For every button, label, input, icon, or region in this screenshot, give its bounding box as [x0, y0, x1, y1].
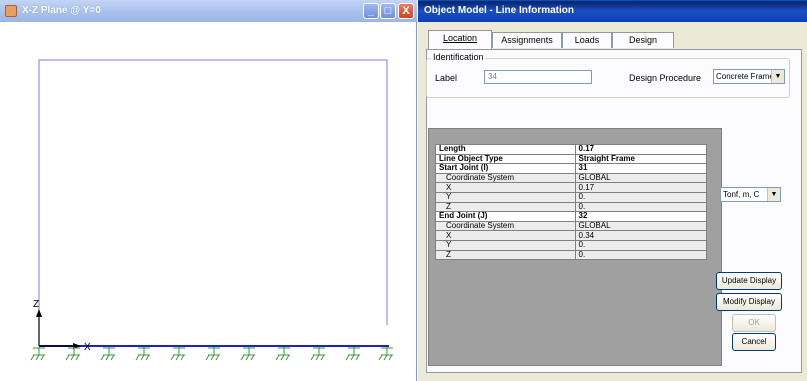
maximize-icon: □ [384, 5, 392, 17]
units-value: Tonf, m, C [723, 190, 760, 199]
cancel-button[interactable]: Cancel [732, 333, 776, 351]
design-procedure-caption: Design Procedure [629, 73, 702, 83]
label-input[interactable]: 34 [484, 70, 592, 84]
grid-row[interactable]: Z 0. [435, 201, 708, 213]
identification-legend: Identification [431, 52, 486, 62]
model-view-title: X-Z Plane @ Y=0 [22, 5, 101, 16]
grid-row[interactable]: Coordinate System GLOBAL [435, 220, 708, 232]
grid-cell-name: Coordinate System [435, 172, 576, 184]
grid-cell-value: 0. [574, 201, 708, 213]
design-procedure-select[interactable]: Concrete Frame ▼ [713, 69, 785, 84]
grid-row[interactable]: Start Joint (I) 31 [435, 163, 708, 174]
ok-button[interactable]: OK [732, 314, 776, 332]
tab-loads[interactable]: Loads [562, 32, 612, 48]
grid-row[interactable]: Length 0.17 [435, 144, 708, 155]
z-axis-arrow-icon [36, 309, 42, 317]
grid-cell-value: Straight Frame [574, 153, 708, 165]
grid-cell-value: 0.17 [574, 182, 708, 193]
line-information-dialog: Object Model - Line Information Location… [418, 0, 807, 381]
properties-grid: Length 0.17 Line Object Type Straight Frame… [435, 144, 708, 261]
model-view-window: X-Z Plane @ Y=0 _ □ X Z X [0, 0, 417, 381]
grid-cell-name: Start Joint (I) [435, 163, 576, 174]
frame-outline [38, 59, 388, 325]
grid-cell-name: Y [435, 191, 576, 203]
fixed-support-icon [100, 347, 115, 361]
close-button[interactable]: X [398, 3, 414, 19]
units-select[interactable]: Tonf, m, C ▼ [720, 187, 781, 202]
minimize-icon: _ [367, 5, 375, 17]
grid-cell-name: Z [435, 249, 576, 261]
design-procedure-value: Concrete Frame [716, 72, 774, 81]
x-axis-label: X [84, 342, 91, 353]
model-view-titlebar[interactable]: X-Z Plane @ Y=0 _ □ X [0, 0, 417, 22]
dialog-title: Object Model - Line Information [424, 5, 574, 16]
app-icon [5, 5, 17, 17]
close-icon: X [402, 5, 410, 17]
fixed-support-icon [345, 347, 360, 361]
z-axis-label: Z [33, 299, 39, 310]
grid-row[interactable]: Y 0. [435, 191, 708, 203]
dialog-titlebar[interactable]: Object Model - Line Information [418, 0, 807, 22]
dialog-bottom-strip [418, 373, 807, 381]
grid-row[interactable]: Line Object Type Straight Frame [435, 153, 708, 165]
grid-cell-value: 32 [574, 211, 708, 222]
grid-cell-name: Length [435, 144, 576, 155]
grid-cell-value: 0. [574, 249, 708, 261]
grid-cell-value: GLOBAL [574, 172, 708, 184]
fixed-support-icon [170, 347, 185, 361]
grid-row[interactable]: Y 0. [435, 239, 708, 251]
grid-cell-value: 31 [574, 163, 708, 174]
grid-row[interactable]: Coordinate System GLOBAL [435, 172, 708, 184]
fixed-support-icon [275, 347, 290, 361]
maximize-button[interactable]: □ [380, 3, 396, 19]
dropdown-arrow-icon[interactable]: ▼ [767, 188, 780, 201]
model-drawing: Z X [30, 59, 393, 361]
grid-cell-value: 0.34 [574, 230, 708, 241]
model-canvas[interactable]: Z X [0, 22, 417, 381]
grid-row[interactable]: X 0.34 [435, 230, 708, 241]
grid-row[interactable]: X 0.17 [435, 182, 708, 193]
fixed-support-icon [135, 347, 150, 361]
grid-cell-value: 0. [574, 239, 708, 251]
grid-cell-value: 0.17 [574, 144, 708, 155]
modify-display-button[interactable]: Modify Display [716, 293, 782, 311]
grid-row[interactable]: Z 0. [435, 249, 708, 261]
tab-location[interactable]: Location [428, 30, 492, 49]
fixed-support-icon [30, 347, 45, 361]
fixed-support-icon [378, 347, 393, 361]
dropdown-arrow-icon[interactable]: ▼ [771, 70, 784, 83]
grid-cell-name: End Joint (J) [435, 211, 576, 222]
tab-assignments[interactable]: Assignments [492, 32, 562, 48]
grid-cell-name: Line Object Type [435, 153, 576, 165]
fixed-support-icon [205, 347, 220, 361]
update-display-button[interactable]: Update Display [716, 272, 782, 290]
grid-cell-name: Coordinate System [435, 220, 576, 232]
grid-cell-name: X [435, 230, 576, 241]
minimize-button[interactable]: _ [363, 3, 379, 19]
fixed-support-icon [310, 347, 325, 361]
grid-cell-value: GLOBAL [574, 220, 708, 232]
grid-cell-name: Y [435, 239, 576, 251]
grid-cell-value: 0. [574, 191, 708, 203]
fixed-support-icon [240, 347, 255, 361]
label-caption: Label [435, 73, 458, 83]
tab-design[interactable]: Design [612, 32, 674, 48]
grid-row[interactable]: End Joint (J) 32 [435, 211, 708, 222]
grid-cell-name: Z [435, 201, 576, 213]
grid-cell-name: X [435, 182, 576, 193]
